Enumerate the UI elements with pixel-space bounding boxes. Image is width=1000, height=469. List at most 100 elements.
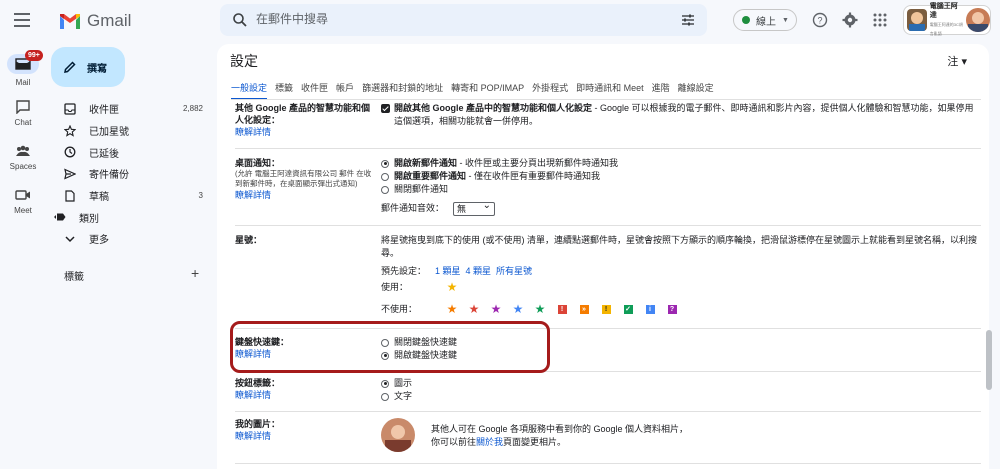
sidebar-item-starred[interactable]: 已加星號	[52, 120, 212, 142]
tab-general[interactable]: 一般設定	[231, 81, 268, 100]
radio[interactable]	[381, 185, 389, 194]
green-check-icon[interactable]: ✓	[623, 304, 633, 314]
page-title: 設定	[230, 53, 258, 69]
radio[interactable]	[381, 392, 389, 401]
sound-select[interactable]: 無	[453, 200, 496, 216]
chevron-down-icon	[65, 236, 75, 243]
about-me-link[interactable]: 關於我	[476, 437, 503, 447]
orange-guillemet-icon[interactable]: »	[579, 304, 589, 314]
setting-label: 按鈕標籤： 瞭解詳情	[235, 377, 375, 401]
yellow-bang-icon[interactable]: !	[601, 304, 611, 314]
rail-label-chat: Chat	[14, 118, 32, 127]
radio-selected[interactable]	[381, 379, 389, 388]
sidebar-item-inbox[interactable]: 收件匣 2,882	[52, 98, 212, 120]
sidebar-item-more[interactable]: 更多	[52, 228, 212, 250]
setting-body: 圖示 文字	[381, 377, 981, 403]
learn-more-link[interactable]: 瞭解詳情	[235, 389, 375, 401]
rail-item-spaces[interactable]: Spaces	[0, 144, 46, 171]
label-icon	[54, 213, 66, 221]
search-icon[interactable]	[232, 12, 248, 28]
divider	[235, 463, 981, 464]
inbox-icon	[64, 103, 76, 115]
rail-label-meet: Meet	[14, 206, 32, 215]
tab-chat-meet[interactable]: 即時通訊和 Meet	[576, 81, 644, 100]
radio[interactable]	[381, 172, 389, 181]
compose-label: 撰寫	[87, 63, 107, 75]
sidebar-item-drafts[interactable]: 草稿 3	[52, 185, 212, 207]
tab-inbox[interactable]: 收件匣	[301, 81, 328, 100]
divider	[235, 148, 981, 149]
unread-count: 2,882	[182, 104, 203, 114]
option-icons[interactable]: 圖示	[381, 377, 981, 390]
star-icon	[64, 124, 76, 137]
tab-offline[interactable]: 離線設定	[678, 81, 714, 100]
compose-button[interactable]: 撰寫	[51, 47, 125, 87]
tab-addons[interactable]: 外掛程式	[532, 81, 568, 100]
gear-icon[interactable]	[842, 12, 858, 28]
smart-features-checkbox[interactable]	[381, 104, 390, 113]
app-name: Gmail	[87, 11, 132, 30]
status-selector[interactable]: 線上 ▼	[733, 9, 797, 31]
sidebar-item-label: 草稿	[89, 192, 109, 204]
setting-body: 將星號拖曳到底下的使用 (或不使用) 清單，連續點選郵件時，星號會按照下方顯示的…	[381, 234, 981, 318]
help-icon[interactable]: ?	[812, 12, 828, 28]
orange-star-icon[interactable]: ★	[445, 303, 459, 315]
gmail-logo[interactable]: Gmail	[59, 11, 131, 31]
tab-forwarding[interactable]: 轉寄和 POP/IMAP	[451, 81, 524, 100]
profile-photo[interactable]	[381, 418, 415, 452]
sidebar-item-label: 類別	[79, 213, 99, 225]
option-off[interactable]: 關閉郵件通知	[381, 183, 981, 196]
setting-label: 其他 Google 產品的智慧功能和個人化設定： 瞭解詳情	[235, 102, 375, 138]
radio-selected[interactable]	[381, 159, 389, 168]
unread-badge: 99+	[25, 50, 43, 61]
sidebar-item-categories[interactable]: 類別	[52, 206, 212, 228]
rail-item-chat[interactable]: Chat	[0, 100, 46, 127]
avatar[interactable]	[966, 8, 990, 32]
sidebar-item-sent[interactable]: 寄件備份	[52, 163, 212, 185]
photo-description: 其他人可在 Google 各項服務中看到你的 Google 個人資料相片， 你可…	[431, 424, 689, 447]
learn-more-link[interactable]: 瞭解詳情	[235, 189, 375, 201]
blue-info-icon[interactable]: i	[645, 304, 655, 314]
main-menu-icon[interactable]	[14, 13, 30, 27]
blue-star-icon[interactable]: ★	[511, 303, 525, 315]
red-star-icon[interactable]: ★	[467, 303, 481, 315]
green-star-icon[interactable]: ★	[533, 303, 547, 315]
purple-question-icon[interactable]: ?	[667, 304, 677, 314]
account-switcher[interactable]: 電腦王阿達 電腦王阿達的3C胡言亂語	[903, 3, 991, 36]
option-important-mail[interactable]: 開啟重要郵件通知 - 僅在收件匣有重要郵件時通知我	[381, 170, 981, 183]
rail-label-mail: Mail	[15, 78, 31, 87]
tab-labels[interactable]: 標籤	[275, 81, 293, 100]
svg-text:?: ?	[817, 16, 822, 26]
option-text[interactable]: 文字	[381, 390, 981, 403]
preset-1-star[interactable]: 1 顆星	[435, 265, 461, 278]
preset-all-stars[interactable]: 所有星號	[496, 265, 532, 278]
yellow-star-icon[interactable]: ★	[445, 281, 459, 293]
tab-accounts[interactable]: 帳戶	[336, 81, 354, 100]
setting-body: 其他人可在 Google 各項服務中看到你的 Google 個人資料相片， 你可…	[381, 418, 981, 458]
clock-icon	[64, 146, 76, 158]
add-label-icon[interactable]: +	[191, 265, 199, 281]
setting-label: 我的圖片： 瞭解詳情	[235, 418, 375, 442]
video-camera-icon	[15, 190, 30, 200]
sidebar-item-label: 寄件備份	[89, 170, 129, 182]
rail-item-meet[interactable]: Meet	[0, 188, 46, 215]
scrollbar[interactable]	[986, 330, 992, 390]
learn-more-link[interactable]: 瞭解詳情	[235, 126, 375, 138]
sidebar-item-snoozed[interactable]: 已延後	[52, 141, 212, 163]
rail-label-spaces: Spaces	[9, 162, 37, 171]
stars-description: 將星號拖曳到底下的使用 (或不使用) 清單，連續點選郵件時，星號會按照下方顯示的…	[381, 235, 977, 258]
highlight-annotation	[230, 321, 550, 373]
rail-item-mail[interactable]: 99+ Mail	[0, 50, 46, 87]
tab-filters[interactable]: 篩選器和封鎖的地址	[362, 81, 443, 100]
preset-4-stars[interactable]: 4 顆星	[466, 265, 492, 278]
search-bar[interactable]	[220, 4, 707, 36]
red-bang-icon[interactable]: !	[557, 304, 567, 314]
search-options-icon[interactable]	[680, 12, 696, 28]
option-new-mail[interactable]: 開啟新郵件通知 - 收件匣或主要分頁出現新郵件時通知我	[381, 157, 981, 170]
apps-grid-icon[interactable]	[872, 12, 888, 28]
input-tools-button[interactable]: 注 ▾	[947, 53, 967, 69]
learn-more-link[interactable]: 瞭解詳情	[235, 430, 375, 442]
purple-star-icon[interactable]: ★	[489, 303, 503, 315]
search-input[interactable]	[256, 12, 656, 26]
tab-advanced[interactable]: 進階	[652, 81, 670, 100]
